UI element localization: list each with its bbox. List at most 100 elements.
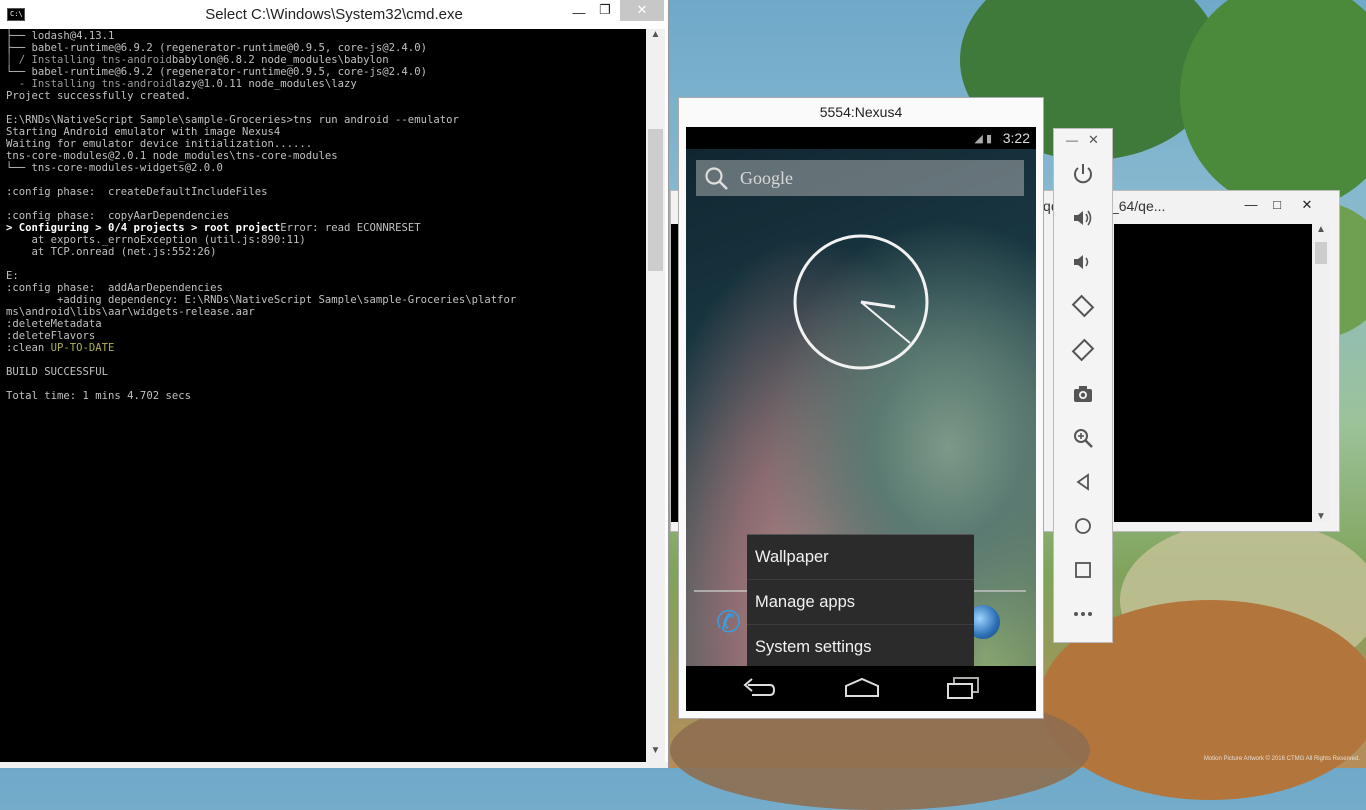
console-line: Total time: 1 mins 4.702 secs	[6, 390, 646, 402]
console-line: +adding dependency: E:\RNDs\NativeScript…	[6, 294, 646, 306]
qemu-minimize-button[interactable]: —	[1241, 195, 1261, 216]
console-text: ms\android\libs\aar\widgets-release.aar	[6, 306, 255, 318]
console-text: ├── babel-runtime@6.9.2 (regenerator-run…	[6, 42, 427, 54]
rotate-left-icon[interactable]	[1071, 294, 1095, 318]
console-line: :deleteFlavors	[6, 330, 646, 342]
console-text: Waiting for emulator device initializati…	[6, 138, 313, 150]
rotate-right-icon[interactable]	[1071, 338, 1095, 362]
status-time: 3:22	[1002, 130, 1030, 146]
console-line: ms\android\libs\aar\widgets-release.aar	[6, 306, 646, 318]
console-line: - Installing tns-androidlazy@1.0.11 node…	[6, 78, 646, 90]
search-placeholder: Google	[740, 168, 793, 188]
more-icon[interactable]	[1071, 602, 1095, 626]
overview-square-icon[interactable]	[1071, 558, 1095, 582]
qemu-maximize-button[interactable]: □	[1267, 195, 1287, 216]
zoom-icon[interactable]	[1071, 426, 1095, 450]
console-line: E:\RNDs\NativeScript Sample\sample-Groce…	[6, 114, 646, 126]
console-text: +adding dependency: E:\RNDs\NativeScript…	[6, 294, 517, 306]
console-line: ├── lodash@4.13.1	[6, 30, 646, 42]
android-status-bar: ◢ ▮ 3:22	[686, 127, 1036, 149]
console-line: tns-core-modules@2.0.1 node_modules\tns-…	[6, 150, 646, 162]
menu-item-wallpaper[interactable]: Wallpaper	[747, 535, 974, 580]
console-line: :config phase: addAarDependencies	[6, 282, 646, 294]
console-text: UP-TO-DATE	[50, 342, 115, 354]
console-text: E:	[6, 270, 19, 282]
cmd-scrollbar[interactable]: ▲ ▼	[646, 29, 665, 762]
console-text: babylon@6.8.2 node_modules\babylon	[171, 54, 389, 66]
console-line: └── tns-core-modules-widgets@2.0.0	[6, 162, 646, 174]
volume-down-icon[interactable]	[1071, 250, 1095, 274]
console-text: :clean	[6, 342, 51, 354]
scroll-up-arrow-icon[interactable]: ▲	[646, 29, 665, 46]
console-text: > Configuring > 0/4 projects > root proj…	[6, 222, 281, 234]
volume-up-icon[interactable]	[1071, 206, 1095, 230]
qemu-close-button[interactable]: ✕	[1297, 195, 1317, 216]
console-line: └── babel-runtime@6.9.2 (regenerator-run…	[6, 66, 646, 78]
menu-item-system-settings[interactable]: System settings	[747, 625, 974, 670]
home-circle-icon[interactable]	[1071, 514, 1095, 538]
scroll-thumb[interactable]	[648, 129, 663, 271]
console-line: BUILD SUCCESSFUL	[6, 366, 646, 378]
analog-clock-widget[interactable]	[792, 233, 930, 371]
wallpaper-credit: Motion Picture Artwork © 2016 CTMG All R…	[1203, 756, 1360, 762]
camera-icon[interactable]	[1071, 382, 1095, 406]
console-text: at exports._errnoException (util.js:890:…	[6, 234, 306, 246]
cmd-restore-button[interactable]: ❐	[594, 0, 616, 21]
console-line: Starting Android emulator with image Nex…	[6, 126, 646, 138]
cmd-window[interactable]: C:\ Select C:\Windows\System32\cmd.exe —…	[0, 0, 669, 768]
console-text: at TCP.onread (net.js:552:26)	[6, 246, 217, 258]
console-text: tns-core-modules@2.0.1 node_modules\tns-…	[6, 150, 338, 162]
toolbar-close-button[interactable]: ✕	[1088, 132, 1099, 148]
console-text: Total time: 1 mins 4.702 secs	[6, 390, 191, 402]
qemu-console	[1114, 224, 1312, 522]
cmd-console[interactable]: ├── lodash@4.13.1 ├── babel-runtime@6.9.2…	[0, 29, 646, 762]
console-line: E:	[6, 270, 646, 282]
back-icon[interactable]	[742, 676, 776, 700]
console-line: Waiting for emulator device initializati…	[6, 138, 646, 150]
console-text: :config phase: copyAarDependencies	[6, 210, 230, 222]
emulator-window[interactable]: 5554:Nexus4 ◢ ▮ 3:22 Google ✆ Wallpaper …	[678, 97, 1044, 719]
google-search-bar[interactable]: Google	[696, 160, 1024, 196]
phone-icon[interactable]: ✆	[716, 605, 741, 640]
console-text: E:\RNDs\NativeScript Sample\sample-Groce…	[6, 114, 459, 126]
signal-battery-icon: ◢ ▮	[974, 133, 992, 145]
console-line: :deleteMetadata	[6, 318, 646, 330]
power-icon[interactable]	[1071, 162, 1095, 186]
menu-item-manage-apps[interactable]: Manage apps	[747, 580, 974, 625]
console-line: :clean UP-TO-DATE	[6, 342, 646, 354]
toolbar-minimize-button[interactable]: —	[1066, 133, 1078, 147]
android-screen[interactable]: ◢ ▮ 3:22 Google ✆ Wallpaper Manage apps …	[686, 127, 1036, 711]
emulator-title: 5554:Nexus4	[819, 104, 903, 120]
qemu-scrollbar[interactable]: ▲ ▼	[1312, 224, 1330, 522]
home-icon[interactable]	[844, 676, 880, 700]
console-text: └── babel-runtime@6.9.2 (regenerator-run…	[6, 66, 427, 78]
console-text: - Installing tns-android	[6, 78, 172, 90]
console-line: :config phase: copyAarDependencies	[6, 210, 646, 222]
search-icon	[705, 167, 728, 190]
console-text: └── tns-core-modules-widgets@2.0.0	[6, 162, 223, 174]
scroll-down-arrow-icon[interactable]: ▼	[646, 745, 665, 762]
console-text: Project successfully created.	[6, 90, 191, 102]
console-text: :deleteFlavors	[6, 330, 96, 342]
console-line: > Configuring > 0/4 projects > root proj…	[6, 222, 646, 234]
console-line: Project successfully created.	[6, 90, 646, 102]
recents-icon[interactable]	[946, 676, 980, 700]
console-output: ├── lodash@4.13.1 ├── babel-runtime@6.9.2…	[0, 29, 646, 402]
console-line: at TCP.onread (net.js:552:26)	[6, 246, 646, 258]
cmd-minimize-button[interactable]: —	[568, 3, 590, 24]
cmd-close-button[interactable]: ✕	[620, 0, 664, 21]
qemu-title-fragment: q	[1043, 198, 1051, 214]
back-triangle-icon[interactable]	[1071, 470, 1095, 494]
console-text: :deleteMetadata	[6, 318, 102, 330]
cmd-bottom-border	[0, 762, 668, 768]
console-line: :config phase: createDefaultIncludeFiles	[6, 186, 646, 198]
cmd-titlebar[interactable]: C:\ Select C:\Windows\System32\cmd.exe —…	[0, 0, 668, 29]
console-text: lazy@1.0.11 node_modules\lazy	[171, 78, 357, 90]
console-text: Error: read ECONNRESET	[280, 222, 421, 234]
emulator-toolbar[interactable]: — ✕	[1053, 128, 1113, 643]
context-menu[interactable]: Wallpaper Manage apps System settings	[747, 534, 974, 670]
